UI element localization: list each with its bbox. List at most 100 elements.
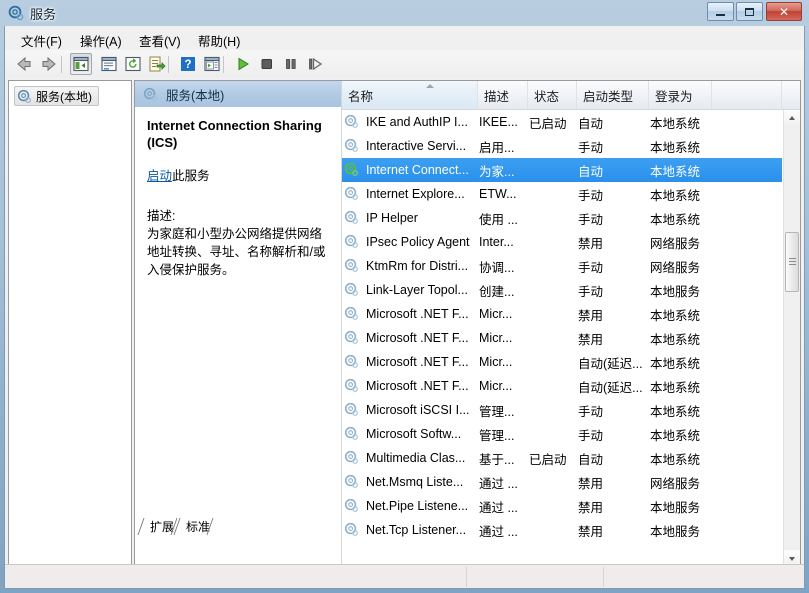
table-row[interactable]: Internet Connect...为家...自动本地系统 xyxy=(342,158,782,182)
cell-logon: 本地系统 xyxy=(650,302,716,326)
column-header-logon[interactable]: 登录为 xyxy=(649,81,712,109)
cell-state xyxy=(529,494,578,518)
maximize-icon xyxy=(737,3,762,20)
cell-desc: 基于... xyxy=(479,446,529,470)
show-hide-tree-icon xyxy=(71,54,91,74)
table-row[interactable]: Microsoft .NET F...Micr...禁用本地系统 xyxy=(342,302,782,326)
cell-desc: Micr... xyxy=(479,350,529,374)
status-divider-1 xyxy=(603,567,604,587)
minimize-button[interactable] xyxy=(707,2,734,21)
cell-state xyxy=(529,350,578,374)
menu-item-3[interactable]: 帮助(H) xyxy=(194,30,244,51)
table-row[interactable]: Link-Layer Topol...创建...手动本地服务 xyxy=(342,278,782,302)
table-row[interactable]: Microsoft .NET F...Micr...禁用本地系统 xyxy=(342,326,782,350)
table-row[interactable]: Microsoft iSCSI I...管理...手动本地系统 xyxy=(342,398,782,422)
menu-item-1[interactable]: 操作(A) xyxy=(76,30,126,51)
svg-text:?: ? xyxy=(184,59,191,71)
cell-name: IP Helper xyxy=(344,206,478,230)
table-row[interactable]: IPsec Policy AgentInter...禁用网络服务 xyxy=(342,230,782,254)
cell-start: 自动(延迟... xyxy=(578,350,650,374)
stop-service-button[interactable] xyxy=(256,53,278,75)
pause-service-button[interactable] xyxy=(280,53,302,75)
show-action-pane-icon xyxy=(201,53,223,75)
scrollbar-thumb[interactable] xyxy=(785,232,799,292)
cell-start: 禁用 xyxy=(578,494,650,518)
show-action-pane-button[interactable] xyxy=(201,53,223,75)
cell-name: Microsoft .NET F... xyxy=(344,302,478,326)
view-tabs: 扩展标准 xyxy=(134,516,801,537)
scrollbar-grip-icon xyxy=(789,258,796,265)
menu-item-2[interactable]: 查看(V) xyxy=(135,30,185,51)
maximize-button[interactable] xyxy=(736,2,763,21)
table-row[interactable]: Net.Msmq Liste...通过 ...禁用网络服务 xyxy=(342,470,782,494)
cell-start: 自动 xyxy=(578,446,650,470)
cell-start: 自动(延迟... xyxy=(578,374,650,398)
table-row[interactable]: Microsoft .NET F...Micr...自动(延迟...本地系统 xyxy=(342,374,782,398)
menu-item-0[interactable]: 文件(F) xyxy=(17,30,66,51)
cell-logon: 本地系统 xyxy=(650,134,716,158)
cell-desc: 为家... xyxy=(479,158,529,182)
toolbar-separator-0 xyxy=(61,56,62,73)
column-header-state[interactable]: 状态 xyxy=(528,81,577,109)
column-header-name[interactable]: 名称 xyxy=(342,81,478,109)
show-hide-tree-button[interactable] xyxy=(70,53,92,75)
forward-arrow-button[interactable] xyxy=(38,53,60,75)
tree-root-label: 服务(本地) xyxy=(36,88,92,105)
cell-logon: 本地系统 xyxy=(650,422,716,446)
back-arrow-icon xyxy=(13,53,35,75)
table-row[interactable]: KtmRm for Distri...协调...手动网络服务 xyxy=(342,254,782,278)
cell-name: Interactive Servi... xyxy=(344,134,478,158)
cell-start: 手动 xyxy=(578,182,650,206)
close-button[interactable]: ✕ xyxy=(766,2,802,21)
cell-desc: 协调... xyxy=(479,254,529,278)
table-row[interactable]: IKE and AuthIP I...IKEE...已启动自动本地系统 xyxy=(342,110,782,134)
cell-name: IKE and AuthIP I... xyxy=(344,110,478,134)
table-row[interactable]: Interactive Servi...启用...手动本地系统 xyxy=(342,134,782,158)
tab-right-edge xyxy=(206,517,215,536)
refresh-button[interactable] xyxy=(122,53,144,75)
column-header-label: 描述 xyxy=(484,86,509,105)
restart-service-button[interactable] xyxy=(304,53,326,75)
start-service-icon xyxy=(232,53,254,75)
cell-desc: Inter... xyxy=(479,230,529,254)
cell-state xyxy=(529,182,578,206)
table-row[interactable]: IP Helper使用 ...手动本地系统 xyxy=(342,206,782,230)
help-button[interactable]: ? xyxy=(177,53,199,75)
cell-start: 自动 xyxy=(578,110,650,134)
table-row[interactable]: Multimedia Clas...基于...已启动自动本地系统 xyxy=(342,446,782,470)
services-gear-icon xyxy=(8,5,24,21)
export-list-button[interactable] xyxy=(146,53,168,75)
properties-icon xyxy=(98,53,120,75)
start-service-link[interactable]: 启动 xyxy=(147,169,172,183)
cell-start: 禁用 xyxy=(578,230,650,254)
chevron-up-icon xyxy=(789,116,795,120)
cell-logon: 本地服务 xyxy=(650,494,716,518)
properties-button[interactable] xyxy=(98,53,120,75)
pause-service-icon xyxy=(280,53,302,75)
sidebar-item-services-local[interactable]: 服务(本地) xyxy=(14,86,99,106)
column-header-blank[interactable] xyxy=(712,81,782,109)
services-gear-icon xyxy=(143,87,158,102)
export-list-icon xyxy=(146,53,168,75)
cell-state xyxy=(529,326,578,350)
console-tree-pane: 服务(本地) xyxy=(8,80,132,568)
vertical-scrollbar[interactable] xyxy=(783,110,800,567)
status-bar xyxy=(5,564,804,588)
cell-logon: 本地系统 xyxy=(650,158,716,182)
cell-desc: Micr... xyxy=(479,302,529,326)
toolbar-separator-2 xyxy=(223,56,224,73)
table-row[interactable]: Net.Pipe Listene...通过 ...禁用本地服务 xyxy=(342,494,782,518)
table-row[interactable]: Internet Explore...ETW...手动本地系统 xyxy=(342,182,782,206)
table-row[interactable]: Microsoft .NET F...Micr...自动(延迟...本地系统 xyxy=(342,350,782,374)
cell-state: 已启动 xyxy=(529,110,578,134)
table-row[interactable]: Microsoft Softw...管理...手动本地系统 xyxy=(342,422,782,446)
cell-logon: 本地系统 xyxy=(650,398,716,422)
back-arrow-button[interactable] xyxy=(13,53,35,75)
column-header-desc[interactable]: 描述 xyxy=(478,81,528,109)
scroll-up-button[interactable] xyxy=(784,110,800,127)
column-header-start[interactable]: 启动类型 xyxy=(577,81,649,109)
cell-name: Net.Pipe Listene... xyxy=(344,494,478,518)
start-service-button[interactable] xyxy=(232,53,254,75)
cell-name: Multimedia Clas... xyxy=(344,446,478,470)
cell-state xyxy=(529,158,578,182)
